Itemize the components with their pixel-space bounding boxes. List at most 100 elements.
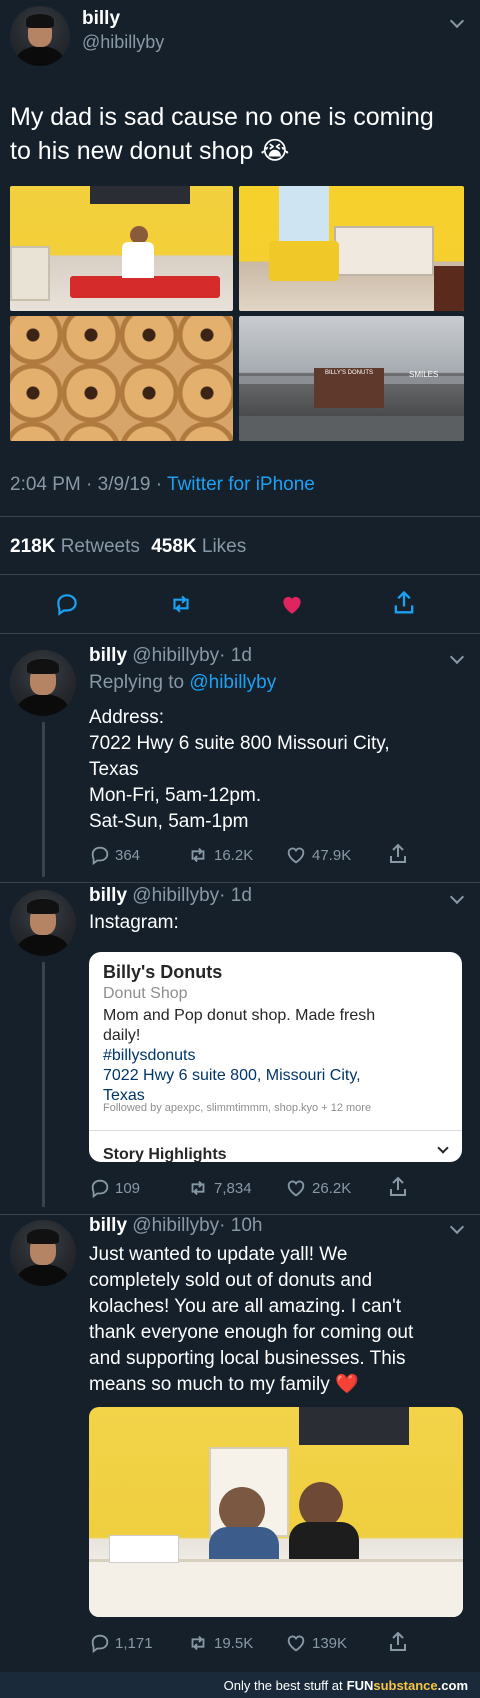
text-line: kolaches! You are all amazing. I can't (89, 1296, 402, 1317)
tweet-age: · 1d (219, 885, 252, 906)
shop-interior-photo[interactable] (10, 186, 233, 311)
reply-action[interactable]: 1,171 (89, 1632, 153, 1654)
tweet-age: · 1d (219, 645, 252, 666)
heart-icon (287, 1180, 305, 1197)
ig-bio-line: Mom and Pop donut shop. Made fresh (103, 1007, 376, 1024)
share-icon[interactable] (386, 1630, 410, 1654)
text-line: Address: (89, 707, 164, 728)
like-action[interactable]: 26.2K (284, 1177, 351, 1199)
retweet-icon (191, 1635, 205, 1651)
glazed-donuts-photo[interactable] (10, 316, 233, 441)
text-line: thank everyone enough for coming out (89, 1322, 414, 1343)
retweet-count: 16.2K (214, 846, 254, 864)
like-count: 47.9K (312, 846, 352, 864)
reply-action[interactable]: 109 (89, 1177, 140, 1199)
retweet-icon (191, 847, 205, 863)
donut-counter-photo[interactable] (239, 186, 464, 311)
retweet-count: 7,834 (214, 1179, 252, 1197)
display-name[interactable]: billy (82, 8, 120, 30)
like-action[interactable]: 47.9K (284, 844, 351, 866)
display-name[interactable]: billy (89, 645, 127, 666)
replying-handle-link[interactable]: @hibillyby (189, 672, 276, 693)
footer-brand: FUNsubstance.com (347, 1678, 468, 1693)
text-line: Mon-Fri, 5am-12pm. (89, 785, 262, 806)
retweet-action[interactable]: 19.5K (186, 1632, 253, 1654)
retweets-label[interactable]: Retweets (61, 536, 140, 557)
heart-icon[interactable] (278, 591, 306, 622)
reply-count: 364 (115, 846, 141, 864)
avatar[interactable] (10, 1220, 76, 1286)
handle[interactable]: @hibillyby (132, 645, 219, 666)
ig-address[interactable]: 7022 Hwy 6 suite 800, Missouri City, (103, 1066, 453, 1086)
instagram-screenshot[interactable]: Billy's Donuts Donut Shop Mom and Pop do… (89, 952, 462, 1162)
reply-count: 109 (115, 1179, 141, 1197)
store-sign-left: BILLY'S DONUTS (324, 370, 374, 376)
father-and-son-photo[interactable] (89, 1407, 463, 1617)
footer-tagline: Only the best stuff at (223, 1677, 343, 1693)
reply-action[interactable]: 364 (89, 844, 140, 866)
retweet-icon (191, 1180, 205, 1196)
likes-count[interactable]: 458K (151, 536, 196, 557)
retweet-action[interactable]: 7,834 (186, 1177, 252, 1199)
tweet-text-line: My dad is sad cause no one is coming (10, 103, 434, 131)
reply-header: billy @hibillyby· 10h (89, 1215, 262, 1237)
tweet-time: 2:04 PM (10, 474, 81, 495)
ig-story-highlights[interactable]: Story Highlights (103, 1146, 227, 1162)
text-line: means so much to my family ❤️ (89, 1372, 469, 1398)
tweet-source-link[interactable]: Twitter for iPhone (167, 474, 315, 495)
chevron-down-icon[interactable] (449, 1219, 465, 1235)
like-action[interactable]: 139K (284, 1632, 347, 1654)
reply-icon (91, 846, 109, 866)
brand-part: FUN (346, 1677, 374, 1693)
chevron-down-icon[interactable] (437, 1142, 449, 1154)
text-line-last: means so much to my family (89, 1374, 330, 1395)
handle[interactable]: @hibillyby (82, 32, 164, 53)
engagement-counts: 218K Retweets 458K Likes (10, 536, 246, 558)
retweets-count[interactable]: 218K (10, 536, 55, 557)
separator-dot: · (155, 474, 163, 495)
reply-text: Address: 7022 Hwy 6 suite 800 Missouri C… (89, 705, 390, 835)
chevron-down-icon[interactable] (449, 649, 465, 665)
reply-text: Just wanted to update yall! We completel… (89, 1242, 469, 1398)
ig-followed-by: Followed by apexpc, slimmtimmm, shop.kyo… (103, 1102, 372, 1114)
ig-bio: Mom and Pop donut shop. Made fresh daily… (103, 1006, 453, 1106)
crying-emoji: 😭 (260, 137, 290, 165)
display-name[interactable]: billy (89, 1215, 127, 1236)
tweet-text: My dad is sad cause no one is coming to … (10, 100, 470, 168)
separator-dot: · (86, 474, 93, 495)
avatar[interactable] (10, 650, 76, 716)
watermark-footer: Only the best stuff at FUNsubstance.com (0, 1672, 480, 1698)
share-icon[interactable] (386, 1175, 410, 1199)
heart-emoji: ❤️ (335, 1374, 359, 1395)
avatar[interactable] (10, 6, 70, 66)
replying-prefix: Replying to (89, 672, 185, 693)
storefront-photo[interactable]: BILLY'S DONUTS SMILES (239, 316, 464, 441)
reply-icon[interactable] (54, 591, 80, 622)
like-count: 26.2K (312, 1179, 352, 1197)
display-name[interactable]: billy (89, 885, 127, 906)
ig-hashtag[interactable]: #billysdonuts (103, 1046, 453, 1066)
chevron-down-icon[interactable] (449, 889, 465, 905)
text-line: Texas (89, 759, 139, 780)
retweet-action[interactable]: 16.2K (186, 844, 253, 866)
tweet-timestamp: 2:04 PM · 3/9/19 · Twitter for iPhone (10, 474, 315, 496)
share-icon[interactable] (386, 842, 410, 866)
chevron-down-icon[interactable] (449, 13, 465, 29)
text-line: Just wanted to update yall! We (89, 1244, 348, 1265)
tweet-text-line-2: to his new donut shop (10, 137, 254, 165)
reply-count: 1,171 (115, 1634, 153, 1652)
ig-bio-line: daily! (103, 1027, 141, 1044)
likes-label[interactable]: Likes (202, 536, 246, 557)
avatar[interactable] (10, 890, 76, 956)
reply-text: Instagram: (89, 912, 179, 933)
handle[interactable]: @hibillyby (132, 885, 219, 906)
store-sign-right: SMILES (409, 370, 439, 379)
reply-header: billy @hibillyby· 1d (89, 645, 252, 667)
handle[interactable]: @hibillyby (132, 1215, 219, 1236)
tweet-text-line: to his new donut shop 😭 (10, 134, 470, 168)
share-icon[interactable] (390, 589, 418, 622)
retweet-icon[interactable] (167, 591, 195, 622)
text-line: completely sold out of donuts and (89, 1270, 373, 1291)
like-count: 139K (312, 1634, 348, 1652)
brand-part: substance (373, 1677, 438, 1693)
